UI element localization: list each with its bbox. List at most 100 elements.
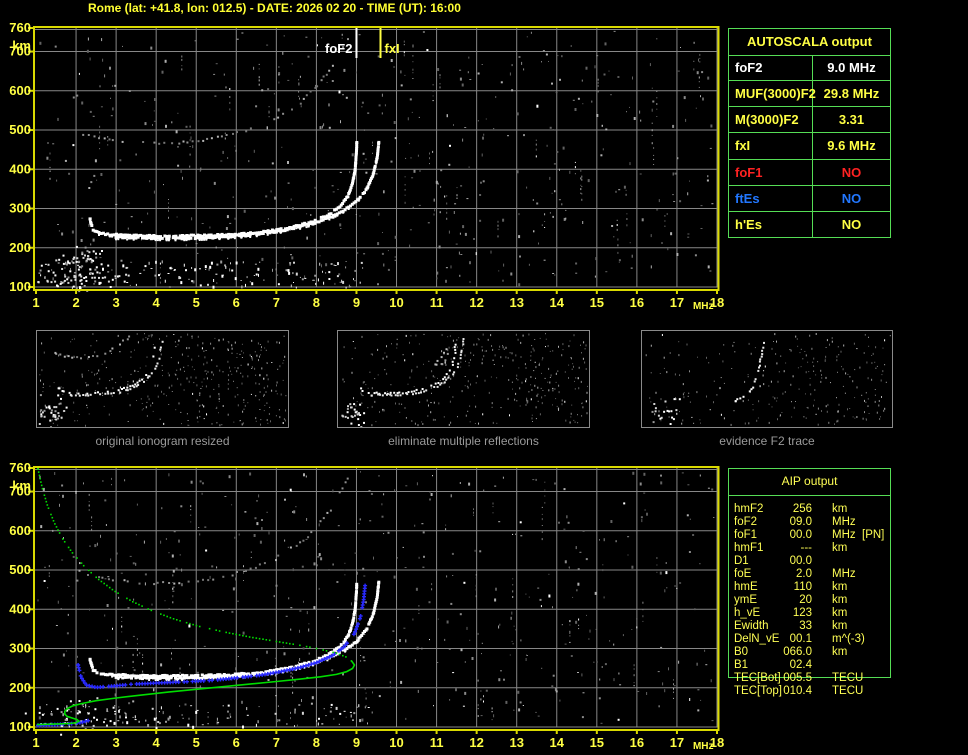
autoscala-row-M(3000)F2: M(3000)F2 3.31	[729, 106, 890, 133]
x-tick-label: 15	[590, 735, 604, 750]
x-tick-label: 10	[389, 295, 403, 310]
second-hop-trace	[87, 477, 349, 586]
aip-row-ymE: ymE 20 km	[728, 594, 891, 607]
aip-row-B1: B1 02.4	[728, 659, 891, 672]
aip-unit: MHz	[832, 516, 856, 528]
y-tick-label: 500	[9, 562, 31, 577]
second-hop-trace	[82, 38, 349, 145]
F2-ordinary-trace	[88, 141, 359, 239]
autoscala-value: 9.6 MHz	[827, 138, 876, 154]
aip-value: 33	[799, 620, 812, 632]
autoscala-value: 3.31	[838, 112, 865, 128]
aip-row-foF1: foF1 00.0 MHz [PN]	[728, 529, 891, 542]
aip-value: 09.0	[789, 516, 812, 528]
x-tick-label: 1	[32, 735, 39, 750]
x-axis-unit-label: MHz	[693, 741, 714, 752]
x-tick-label: 3	[113, 735, 120, 750]
x-tick-label: 8	[313, 295, 320, 310]
aip-value: 256	[792, 503, 812, 515]
autoscala-param: M(3000)F2	[729, 107, 813, 133]
x-axis-unit-label: MHz	[693, 301, 714, 312]
x-tick-label: 2	[72, 735, 79, 750]
x-tick-label: 6	[233, 735, 240, 750]
trace-series	[673, 341, 765, 403]
left-dash	[673, 398, 681, 401]
autoscala-table: AUTOSCALA output foF2 9.0 MHz MUF(3000)F2 2…	[728, 28, 891, 238]
aip-value: 066.0	[783, 646, 812, 658]
aip-param: B0	[734, 646, 749, 658]
O-trace	[360, 343, 457, 395]
aip-note: [PN]	[862, 529, 885, 541]
aip-value: 02.4	[789, 659, 812, 671]
aip-table-rows: hmF2 256 km foF2 09.0 MHz foF1 00.0 MHz [PN] hmF1-…	[728, 503, 891, 698]
x-tick-label: 5	[193, 735, 200, 750]
aip-unit: km	[832, 581, 848, 593]
page-title: Rome (lat: +41.8, lon: 012.5) - DATE: 20…	[88, 1, 461, 15]
x-tick-label: 14	[550, 735, 565, 750]
autoscala-value: NO	[841, 216, 862, 232]
autoscala-row-MUF(3000)F2: MUF(3000)F2 29.8 MHz	[729, 80, 890, 107]
trace-series	[36, 468, 381, 728]
aip-row-hmF2: hmF2 256 km	[728, 503, 891, 516]
y-tick-label: 300	[9, 641, 31, 656]
aip-unit: MHz	[832, 529, 856, 541]
aip-unit: km	[832, 542, 848, 554]
autoscala-param: MUF(3000)F2	[729, 81, 816, 107]
thumbnail-eliminate-reflections-image	[341, 333, 588, 427]
electron-density-profile-bottomside	[36, 660, 356, 726]
x-tick-label: 10	[389, 735, 403, 750]
y-tick-label: 500	[9, 122, 31, 137]
y-tick-label: 100	[9, 719, 31, 734]
X-trace	[370, 338, 465, 397]
x-tick-label: 4	[153, 735, 161, 750]
marker-label-fxI: fxI	[385, 41, 400, 56]
y-tick-label: 200	[9, 240, 31, 255]
aip-unit: km	[832, 620, 848, 632]
thumbnail-eliminate-reflections	[337, 330, 590, 428]
aip-value: 010.4	[783, 685, 812, 697]
x-tick-label: 5	[193, 295, 200, 310]
x-tick-label: 6	[233, 295, 240, 310]
noise-speckle	[645, 333, 891, 426]
y-tick-label: 600	[9, 83, 31, 98]
aip-value: 20	[799, 594, 812, 606]
aip-value: 110	[793, 581, 812, 593]
aip-param: B1	[734, 659, 749, 671]
noise-speckle	[342, 333, 588, 427]
aip-unit: m^(-3)	[832, 633, 865, 645]
autoscala-param: ftEs	[729, 185, 813, 211]
marker-foF2: foF2	[325, 28, 358, 58]
autoscala-row-foF2: foF2 9.0 MHz	[729, 55, 890, 81]
F2-ordinary-trace	[88, 582, 359, 679]
marker-label-foF2: foF2	[325, 41, 352, 56]
aip-unit: TECU	[832, 672, 864, 684]
autoscala-row-ftEs: ftEs NO	[729, 184, 890, 211]
autoscala-value: 29.8 MHz	[823, 86, 880, 102]
aip-row-B0: B0 066.0 km	[728, 646, 891, 659]
thumbnail-evidence-f2-trace-image	[645, 333, 891, 426]
aip-value: ---	[800, 542, 813, 554]
autoscala-param: fxI	[729, 133, 813, 159]
aip-value: 2.0	[796, 568, 812, 580]
aip-row-TEC[Top]: TEC[Top] 010.4 TECU	[728, 685, 891, 698]
y-tick-label: 200	[9, 680, 31, 695]
y-tick-label: 400	[9, 601, 31, 616]
autoscala-row-h'Es: h'Es NO	[729, 210, 890, 237]
autoscala-table-title: AUTOSCALA output	[729, 29, 890, 56]
F2-extraordinary-trace	[114, 580, 381, 682]
x-tick-label: 17	[670, 735, 684, 750]
autoscala-value: 9.0 MHz	[827, 60, 876, 76]
aip-unit: km	[832, 503, 848, 515]
x-tick-label: 1	[32, 295, 39, 310]
F2-fragment-low	[734, 386, 755, 403]
aip-unit: MHz	[832, 568, 856, 580]
autoscala-row-foF1: foF1 NO	[729, 158, 890, 185]
aip-param: D1	[734, 555, 749, 567]
autoscala-value: NO	[841, 190, 862, 206]
X-trace	[69, 340, 164, 397]
x-tick-label: 12	[469, 295, 483, 310]
autoscala-value: NO	[841, 164, 862, 180]
autoscala-param: foF2	[729, 55, 813, 81]
x-tick-label: 9	[353, 735, 360, 750]
y-tick-label: 100	[9, 279, 31, 294]
